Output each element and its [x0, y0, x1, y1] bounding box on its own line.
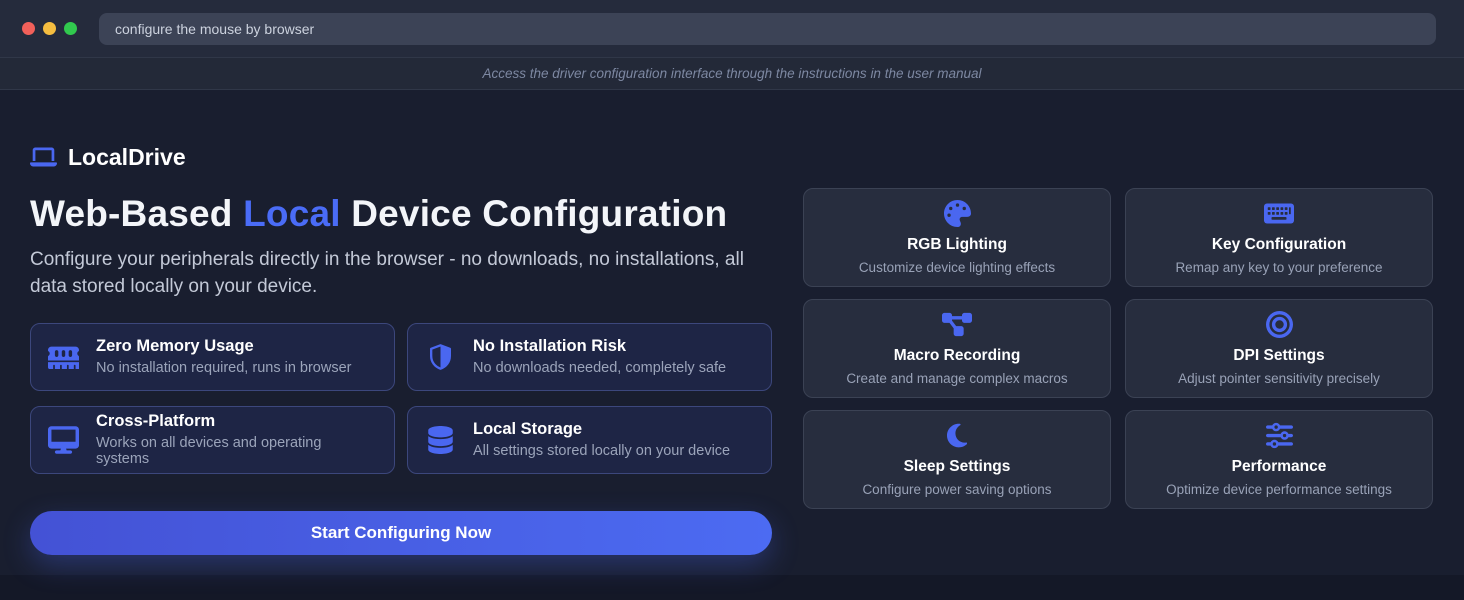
- laptop-icon: [30, 145, 57, 169]
- feature-text: Cross-Platform Works on all devices and …: [96, 412, 377, 467]
- feature-title: No Installation Risk: [473, 337, 726, 356]
- start-configuring-button[interactable]: Start Configuring Now: [30, 511, 772, 555]
- bullseye-icon: [1264, 311, 1294, 338]
- tool-title: Sleep Settings: [904, 458, 1011, 476]
- browser-topbar: configure the mouse by browser: [0, 0, 1464, 57]
- tool-title: RGB Lighting: [907, 236, 1007, 254]
- tool-card-sleep-settings[interactable]: Sleep Settings Configure power saving op…: [803, 410, 1111, 509]
- tool-card-macro-recording[interactable]: Macro Recording Create and manage comple…: [803, 299, 1111, 398]
- tool-card-dpi-settings[interactable]: DPI Settings Adjust pointer sensitivity …: [1125, 299, 1433, 398]
- notice-bar: Access the driver configuration interfac…: [0, 57, 1464, 90]
- tool-title: Key Configuration: [1212, 236, 1346, 254]
- title-highlight: Local: [243, 193, 341, 234]
- moon-icon: [942, 422, 972, 449]
- address-bar-text: configure the mouse by browser: [115, 21, 314, 37]
- feature-card-zero-memory: Zero Memory Usage No installation requir…: [30, 323, 395, 391]
- page-title: Web-Based Local Device Configuration: [30, 193, 772, 236]
- minimize-window-button[interactable]: [43, 22, 56, 35]
- feature-text: Zero Memory Usage No installation requir…: [96, 337, 352, 376]
- palette-icon: [942, 200, 972, 227]
- feature-card-cross-platform: Cross-Platform Works on all devices and …: [30, 406, 395, 474]
- window-controls: [22, 22, 77, 35]
- memory-icon: [48, 343, 79, 371]
- tool-desc: Adjust pointer sensitivity precisely: [1178, 371, 1380, 386]
- feature-title: Local Storage: [473, 420, 730, 439]
- desktop-icon: [48, 426, 79, 454]
- title-pre: Web-Based: [30, 193, 243, 234]
- feature-title: Cross-Platform: [96, 412, 377, 431]
- tool-title: DPI Settings: [1233, 347, 1324, 365]
- tool-desc: Create and manage complex macros: [846, 371, 1067, 386]
- keyboard-icon: [1264, 200, 1294, 227]
- hero-section: LocalDrive Web-Based Local Device Config…: [30, 90, 772, 575]
- shield-icon: [425, 343, 456, 371]
- feature-desc: All settings stored locally on your devi…: [473, 443, 730, 459]
- page-subtitle: Configure your peripherals directly in t…: [30, 246, 765, 301]
- main-content: LocalDrive Web-Based Local Device Config…: [0, 90, 1464, 575]
- tool-desc: Remap any key to your preference: [1175, 260, 1382, 275]
- database-icon: [425, 426, 456, 454]
- tool-card-performance[interactable]: Performance Optimize device performance …: [1125, 410, 1433, 509]
- feature-desc: No installation required, runs in browse…: [96, 360, 352, 376]
- feature-card-local-storage: Local Storage All settings stored locall…: [407, 406, 772, 474]
- tool-desc: Configure power saving options: [862, 482, 1051, 497]
- tool-title: Performance: [1232, 458, 1327, 476]
- feature-card-no-install-risk: No Installation Risk No downloads needed…: [407, 323, 772, 391]
- brand-name: LocalDrive: [68, 144, 186, 171]
- tool-card-key-configuration[interactable]: Key Configuration Remap any key to your …: [1125, 188, 1433, 287]
- tool-desc: Optimize device performance settings: [1166, 482, 1392, 497]
- maximize-window-button[interactable]: [64, 22, 77, 35]
- address-bar[interactable]: configure the mouse by browser: [99, 13, 1436, 45]
- feature-text: No Installation Risk No downloads needed…: [473, 337, 726, 376]
- diagram-icon: [942, 311, 972, 338]
- tool-card-rgb-lighting[interactable]: RGB Lighting Customize device lighting e…: [803, 188, 1111, 287]
- tool-title: Macro Recording: [894, 347, 1021, 365]
- feature-desc: No downloads needed, completely safe: [473, 360, 726, 376]
- feature-grid: Zero Memory Usage No installation requir…: [30, 323, 772, 474]
- sliders-icon: [1264, 422, 1294, 449]
- brand-logo: LocalDrive: [30, 143, 772, 171]
- close-window-button[interactable]: [22, 22, 35, 35]
- tool-desc: Customize device lighting effects: [859, 260, 1055, 275]
- feature-text: Local Storage All settings stored locall…: [473, 420, 730, 459]
- tool-grid: RGB Lighting Customize device lighting e…: [803, 90, 1433, 575]
- title-post: Device Configuration: [341, 193, 728, 234]
- feature-desc: Works on all devices and operating syste…: [96, 435, 377, 467]
- feature-title: Zero Memory Usage: [96, 337, 352, 356]
- notice-text: Access the driver configuration interfac…: [482, 66, 981, 81]
